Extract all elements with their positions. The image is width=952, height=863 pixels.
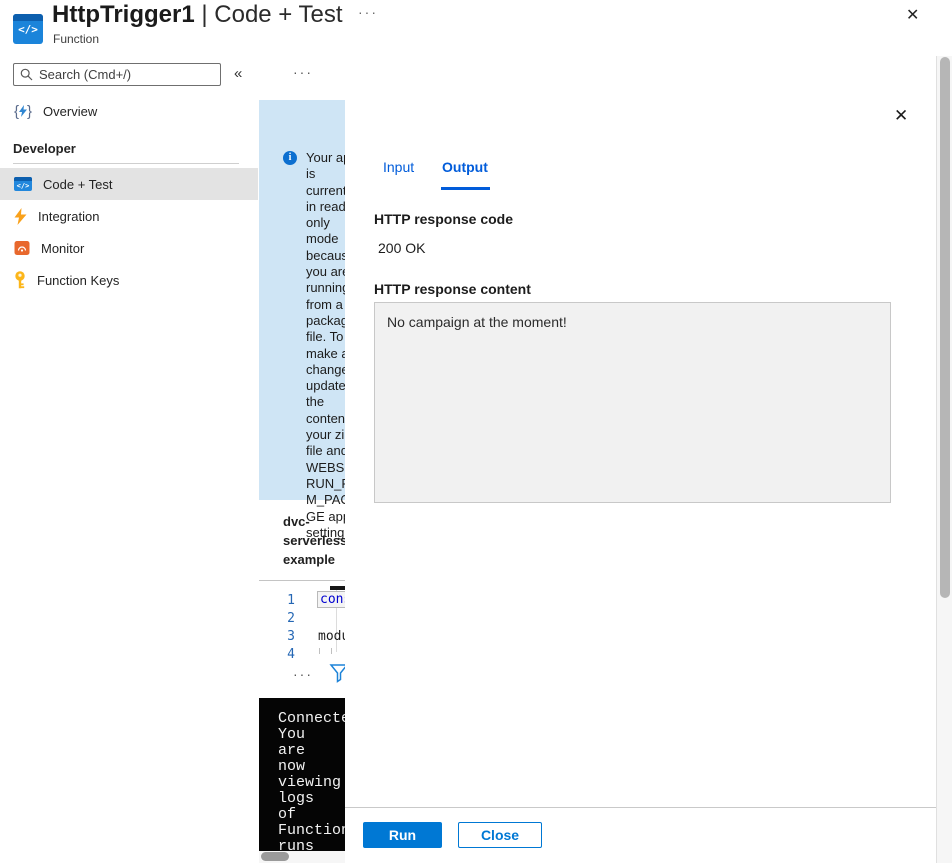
page-vertical-scrollbar[interactable] — [936, 56, 952, 863]
page-subtitle: Function — [53, 32, 100, 46]
test-result-panel: ✕ Input Output HTTP response code 200 OK… — [345, 56, 952, 863]
code-test-icon: </> — [14, 177, 32, 191]
key-icon — [15, 271, 25, 289]
http-response-code-value: 200 OK — [378, 240, 426, 256]
sidebar-item-monitor[interactable]: Monitor — [0, 232, 258, 264]
indent-tick — [319, 648, 320, 654]
lightning-bolt-icon — [14, 207, 27, 225]
http-response-content-label: HTTP response content — [374, 281, 531, 297]
line-number: 4 — [287, 647, 295, 662]
http-response-content-box[interactable]: No campaign at the moment! — [374, 302, 891, 503]
collapse-sidebar-icon[interactable]: « — [234, 65, 242, 82]
close-button[interactable]: Close — [458, 822, 542, 848]
function-name: HttpTrigger1 — [52, 1, 195, 28]
blade-close-icon[interactable]: ✕ — [906, 5, 919, 25]
search-box[interactable] — [13, 63, 221, 86]
tab-input[interactable]: Input — [383, 159, 414, 175]
indent-tick — [331, 648, 332, 654]
active-tab-underline — [441, 187, 490, 190]
page-title: HttpTrigger1 | Code + Test — [52, 1, 343, 29]
http-response-code-label: HTTP response code — [374, 211, 514, 227]
sidebar-item-function-keys[interactable]: Function Keys — [0, 264, 258, 296]
info-icon: i — [283, 151, 297, 165]
sidebar-item-label: Monitor — [41, 240, 85, 256]
line-number: 1 — [287, 593, 295, 608]
logs-more-icon[interactable]: ··· — [293, 666, 313, 682]
icon-titlebar — [13, 14, 43, 21]
sidebar-item-label: Overview — [43, 103, 98, 119]
azure-function-blade: </> HttpTrigger1 | Code + Test Function … — [0, 0, 952, 863]
sidebar-item-label: Integration — [38, 208, 100, 224]
line-number: 2 — [287, 611, 295, 626]
app-name: dvc- serverless example — [283, 514, 348, 567]
monitor-gauge-icon — [14, 241, 30, 255]
section-divider — [13, 163, 239, 164]
tab-output[interactable]: Output — [442, 159, 488, 175]
sidebar-item-integration[interactable]: Integration — [0, 200, 258, 232]
sidebar-item-label: Code + Test — [43, 176, 113, 192]
sidebar-item-overview[interactable]: {} Overview — [0, 95, 258, 127]
run-button[interactable]: Run — [363, 822, 442, 848]
function-code-test-icon: </> — [13, 14, 43, 44]
header-more-icon[interactable]: ··· — [358, 4, 378, 20]
code-glyph: </> — [18, 23, 38, 36]
overview-function-icon: {} — [14, 102, 33, 120]
page-section-name: | Code + Test — [201, 1, 343, 28]
panel-close-icon[interactable]: ✕ — [894, 106, 908, 126]
sidebar-section-developer: Developer — [13, 141, 76, 156]
line-number: 3 — [287, 629, 295, 644]
scrollbar-thumb[interactable] — [940, 57, 950, 598]
scrollbar-thumb[interactable] — [261, 852, 289, 861]
search-icon — [20, 68, 33, 81]
sidebar-item-code-test[interactable]: </> Code + Test — [0, 168, 258, 200]
search-input[interactable] — [39, 67, 220, 82]
sidebar-item-label: Function Keys — [37, 272, 120, 288]
footer-divider — [345, 807, 937, 808]
